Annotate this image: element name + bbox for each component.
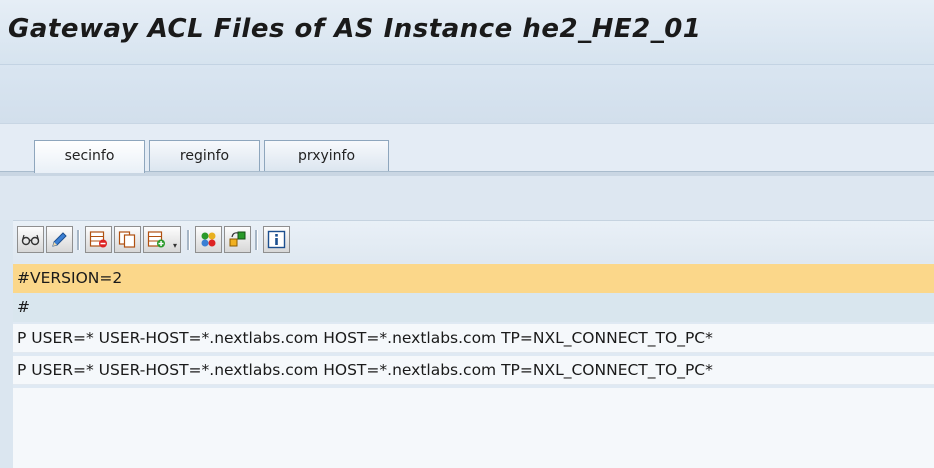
copy-row-button[interactable] bbox=[114, 226, 141, 253]
tab-prxyinfo[interactable]: prxyinfo bbox=[264, 140, 389, 171]
grid-toolbar: ▾ bbox=[13, 220, 934, 263]
delete-row-icon bbox=[89, 231, 107, 248]
empty-editor-area[interactable] bbox=[13, 388, 934, 468]
change-button[interactable] bbox=[46, 226, 73, 253]
acl-line[interactable]: P USER=* USER-HOST=*.nextlabs.com HOST=*… bbox=[13, 356, 934, 385]
activate-icon bbox=[229, 231, 246, 247]
glasses-icon bbox=[21, 234, 40, 246]
tab-secinfo[interactable]: secinfo bbox=[34, 140, 145, 173]
activate-button[interactable] bbox=[224, 226, 251, 253]
toolbar-separator bbox=[187, 230, 190, 250]
content-area bbox=[0, 176, 934, 220]
window-title: Gateway ACL Files of AS Instance he2_HE2… bbox=[8, 14, 702, 44]
tab-prxyinfo-label: prxyinfo bbox=[297, 148, 356, 164]
application-toolbar bbox=[0, 65, 934, 124]
insert-row-button[interactable]: ▾ bbox=[143, 226, 181, 253]
delete-row-button[interactable] bbox=[85, 226, 112, 253]
info-button[interactable] bbox=[263, 226, 290, 253]
acl-line[interactable]: P USER=* USER-HOST=*.nextlabs.com HOST=*… bbox=[13, 324, 934, 353]
info-icon bbox=[267, 230, 286, 249]
toolbar-separator bbox=[77, 230, 80, 250]
toolbar-separator bbox=[255, 230, 258, 250]
tab-secinfo-label: secinfo bbox=[64, 148, 115, 164]
tab-reginfo[interactable]: reginfo bbox=[149, 140, 260, 171]
tab-reginfo-label: reginfo bbox=[179, 148, 230, 164]
insert-row-icon bbox=[147, 231, 165, 248]
dropdown-arrow-icon: ▾ bbox=[172, 241, 177, 250]
left-margin bbox=[0, 220, 13, 468]
acl-line[interactable]: # bbox=[13, 293, 934, 322]
title-bar: Gateway ACL Files of AS Instance he2_HE2… bbox=[0, 0, 934, 65]
acl-line[interactable]: #VERSION=2 bbox=[13, 264, 934, 293]
reload-button[interactable] bbox=[195, 226, 222, 253]
copy-row-icon bbox=[118, 231, 136, 248]
pencil-icon bbox=[52, 232, 67, 247]
color-cycle-icon bbox=[201, 232, 216, 247]
display-button[interactable] bbox=[17, 226, 44, 253]
